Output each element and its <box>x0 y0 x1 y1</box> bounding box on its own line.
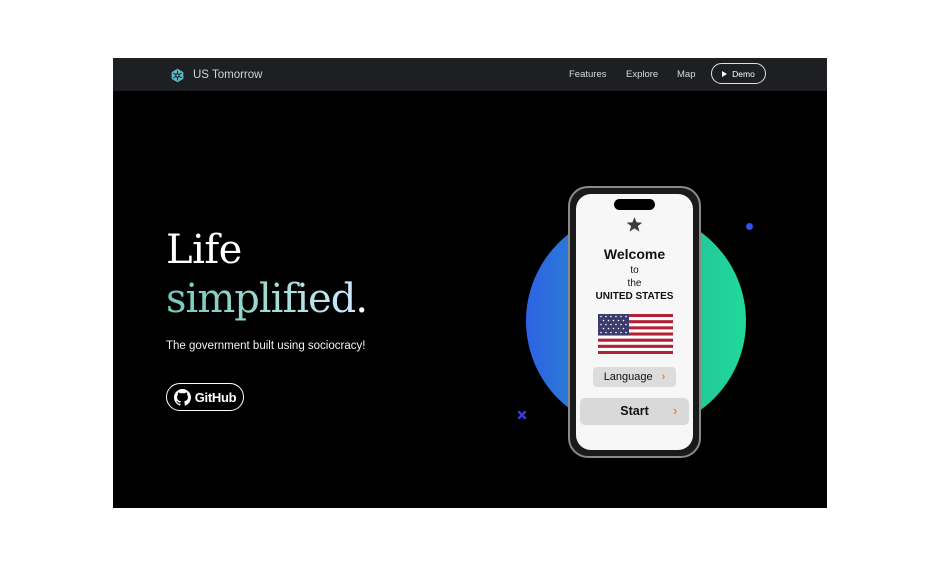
phone-notch <box>614 199 655 210</box>
star-icon <box>626 217 643 232</box>
snowflake-logo-icon <box>171 68 184 82</box>
github-icon <box>173 388 191 406</box>
hero-title-accent: simplified <box>166 276 356 322</box>
nav-features-link[interactable]: Features <box>569 69 607 80</box>
page-frame: US Tomorrow Features Explore Map Demo Li… <box>113 58 827 508</box>
nav-map-link[interactable]: Map <box>677 69 695 80</box>
us-flag-icon <box>598 314 673 354</box>
hero-title-period: . <box>355 276 368 322</box>
chevron-right-icon: › <box>661 371 666 383</box>
hero-tagline: The government built using sociocracy! <box>166 340 366 352</box>
github-button-label: GitHub <box>194 389 237 405</box>
play-icon <box>722 70 728 77</box>
nav-explore-link[interactable]: Explore <box>626 69 658 80</box>
language-button-label: Language <box>603 371 653 383</box>
welcome-to: to <box>630 265 639 276</box>
top-navbar: US Tomorrow Features Explore Map Demo <box>113 58 827 91</box>
github-button[interactable]: GitHub <box>166 383 244 411</box>
brand-name: US Tomorrow <box>193 69 263 81</box>
x-mark-icon <box>517 410 527 420</box>
decorative-dot <box>746 223 753 230</box>
hero-title-line2: simplified. <box>166 275 368 323</box>
demo-button-label: Demo <box>732 68 755 79</box>
welcome-country: UNITED STATES <box>595 291 674 302</box>
chevron-right-icon: › <box>673 403 678 418</box>
demo-button[interactable]: Demo <box>711 63 766 84</box>
welcome-the: the <box>627 278 642 289</box>
phone-mockup: Welcome to the UNITED STATES Language › … <box>568 186 701 458</box>
welcome-heading: Welcome <box>603 246 666 262</box>
phone-screen: Welcome to the UNITED STATES Language › … <box>576 194 693 450</box>
brand[interactable]: US Tomorrow <box>170 66 262 84</box>
language-button[interactable]: Language › <box>593 367 676 387</box>
hero-title-line1: Life <box>166 227 242 273</box>
start-button[interactable]: Start › <box>580 398 689 425</box>
